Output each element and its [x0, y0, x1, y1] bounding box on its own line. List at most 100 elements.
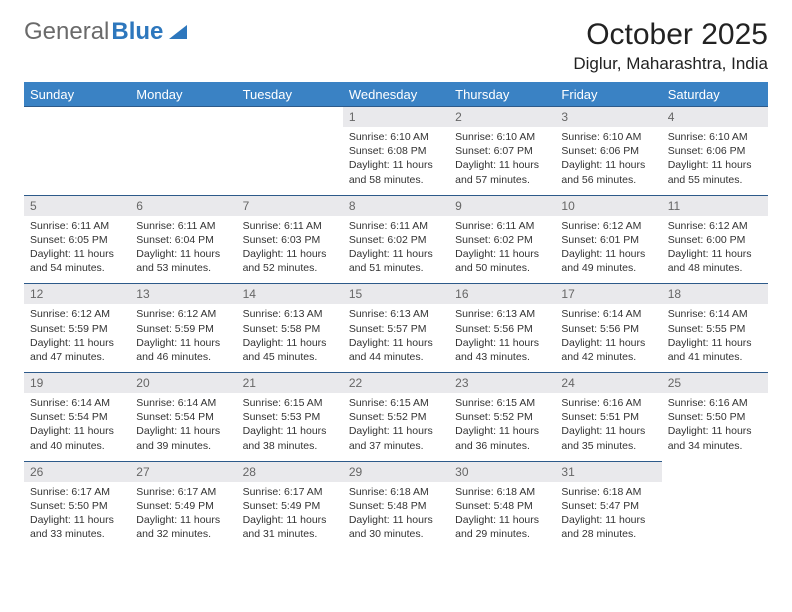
sunrise-text: Sunrise: 6:10 AM	[561, 130, 655, 144]
day-cell: 1Sunrise: 6:10 AMSunset: 6:08 PMDaylight…	[343, 106, 449, 195]
sunset-text: Sunset: 5:54 PM	[30, 410, 124, 424]
day-cell: 27Sunrise: 6:17 AMSunset: 5:49 PMDayligh…	[130, 461, 236, 550]
day-number: 20	[130, 373, 236, 393]
day-cell: 30Sunrise: 6:18 AMSunset: 5:48 PMDayligh…	[449, 461, 555, 550]
sunset-text: Sunset: 5:47 PM	[561, 499, 655, 513]
dow-header: Thursday	[449, 82, 555, 106]
day-info	[130, 127, 236, 187]
day-number: 4	[662, 107, 768, 127]
day-info: Sunrise: 6:12 AMSunset: 6:00 PMDaylight:…	[662, 216, 768, 284]
day-number: 13	[130, 284, 236, 304]
sunrise-text: Sunrise: 6:11 AM	[349, 219, 443, 233]
day-info: Sunrise: 6:14 AMSunset: 5:54 PMDaylight:…	[130, 393, 236, 461]
day-info: Sunrise: 6:10 AMSunset: 6:06 PMDaylight:…	[662, 127, 768, 195]
day-info: Sunrise: 6:16 AMSunset: 5:50 PMDaylight:…	[662, 393, 768, 461]
day-number: 21	[237, 373, 343, 393]
day-cell: 10Sunrise: 6:12 AMSunset: 6:01 PMDayligh…	[555, 195, 661, 284]
day-number: 17	[555, 284, 661, 304]
sunset-text: Sunset: 5:56 PM	[455, 322, 549, 336]
day-cell: 2Sunrise: 6:10 AMSunset: 6:07 PMDaylight…	[449, 106, 555, 195]
daylight-text: Daylight: 11 hours and 34 minutes.	[668, 424, 762, 452]
daylight-text: Daylight: 11 hours and 50 minutes.	[455, 247, 549, 275]
sunset-text: Sunset: 5:52 PM	[455, 410, 549, 424]
daylight-text: Daylight: 11 hours and 52 minutes.	[243, 247, 337, 275]
day-info: Sunrise: 6:14 AMSunset: 5:55 PMDaylight:…	[662, 304, 768, 372]
sunrise-text: Sunrise: 6:17 AM	[136, 485, 230, 499]
day-cell: 20Sunrise: 6:14 AMSunset: 5:54 PMDayligh…	[130, 372, 236, 461]
sunset-text: Sunset: 6:02 PM	[455, 233, 549, 247]
dow-header: Tuesday	[237, 82, 343, 106]
day-number: 16	[449, 284, 555, 304]
day-info: Sunrise: 6:13 AMSunset: 5:57 PMDaylight:…	[343, 304, 449, 372]
sunrise-text: Sunrise: 6:13 AM	[349, 307, 443, 321]
sunrise-text: Sunrise: 6:16 AM	[668, 396, 762, 410]
sunset-text: Sunset: 5:53 PM	[243, 410, 337, 424]
sunrise-text: Sunrise: 6:17 AM	[243, 485, 337, 499]
day-number: 28	[237, 462, 343, 482]
sunrise-text: Sunrise: 6:14 AM	[136, 396, 230, 410]
day-number: 22	[343, 373, 449, 393]
sunset-text: Sunset: 5:59 PM	[30, 322, 124, 336]
sunrise-text: Sunrise: 6:11 AM	[136, 219, 230, 233]
day-info: Sunrise: 6:11 AMSunset: 6:05 PMDaylight:…	[24, 216, 130, 284]
sunset-text: Sunset: 5:57 PM	[349, 322, 443, 336]
dow-header: Sunday	[24, 82, 130, 106]
day-info	[237, 127, 343, 187]
daylight-text: Daylight: 11 hours and 44 minutes.	[349, 336, 443, 364]
day-cell	[24, 106, 130, 195]
sunset-text: Sunset: 6:06 PM	[668, 144, 762, 158]
daylight-text: Daylight: 11 hours and 41 minutes.	[668, 336, 762, 364]
day-info: Sunrise: 6:14 AMSunset: 5:56 PMDaylight:…	[555, 304, 661, 372]
logo-triangle-icon	[169, 25, 187, 39]
daylight-text: Daylight: 11 hours and 28 minutes.	[561, 513, 655, 541]
sunrise-text: Sunrise: 6:18 AM	[349, 485, 443, 499]
day-number: 8	[343, 196, 449, 216]
day-cell: 22 Sunrise: 6:15 AMSunset: 5:52 PMDayligh…	[343, 372, 449, 461]
sunset-text: Sunset: 6:03 PM	[243, 233, 337, 247]
sunrise-text: Sunrise: 6:11 AM	[30, 219, 124, 233]
daylight-text: Daylight: 11 hours and 58 minutes.	[349, 158, 443, 186]
sunset-text: Sunset: 5:52 PM	[349, 410, 443, 424]
day-number: 29	[343, 462, 449, 482]
day-cell: 25Sunrise: 6:16 AMSunset: 5:50 PMDayligh…	[662, 372, 768, 461]
dow-header: Wednesday	[343, 82, 449, 106]
sunset-text: Sunset: 5:59 PM	[136, 322, 230, 336]
day-info: Sunrise: 6:15 AMSunset: 5:53 PMDaylight:…	[237, 393, 343, 461]
daylight-text: Daylight: 11 hours and 57 minutes.	[455, 158, 549, 186]
day-cell: 19Sunrise: 6:14 AMSunset: 5:54 PMDayligh…	[24, 372, 130, 461]
day-cell: 17Sunrise: 6:14 AMSunset: 5:56 PMDayligh…	[555, 283, 661, 372]
daylight-text: Daylight: 11 hours and 40 minutes.	[30, 424, 124, 452]
sunset-text: Sunset: 5:58 PM	[243, 322, 337, 336]
day-cell: 8Sunrise: 6:11 AMSunset: 6:02 PMDaylight…	[343, 195, 449, 284]
calendar-grid: SundayMondayTuesdayWednesdayThursdayFrid…	[24, 82, 768, 549]
day-number: 18	[662, 284, 768, 304]
day-number	[237, 107, 343, 127]
daylight-text: Daylight: 11 hours and 32 minutes.	[136, 513, 230, 541]
day-info: Sunrise: 6:18 AMSunset: 5:48 PMDaylight:…	[343, 482, 449, 550]
daylight-text: Daylight: 11 hours and 47 minutes.	[30, 336, 124, 364]
daylight-text: Daylight: 11 hours and 37 minutes.	[349, 424, 443, 452]
sunrise-text: Sunrise: 6:14 AM	[561, 307, 655, 321]
day-info: Sunrise: 6:11 AMSunset: 6:02 PMDaylight:…	[449, 216, 555, 284]
day-number: 3	[555, 107, 661, 127]
daylight-text: Daylight: 11 hours and 46 minutes.	[136, 336, 230, 364]
daylight-text: Daylight: 11 hours and 31 minutes.	[243, 513, 337, 541]
day-number: 24	[555, 373, 661, 393]
day-number: 30	[449, 462, 555, 482]
sunrise-text: Sunrise: 6:15 AM	[349, 396, 443, 410]
logo: GeneralBlue	[24, 18, 187, 46]
day-number	[130, 107, 236, 127]
sunset-text: Sunset: 6:04 PM	[136, 233, 230, 247]
day-cell: 29Sunrise: 6:18 AMSunset: 5:48 PMDayligh…	[343, 461, 449, 550]
day-cell: 12Sunrise: 6:12 AMSunset: 5:59 PMDayligh…	[24, 283, 130, 372]
sunrise-text: Sunrise: 6:10 AM	[349, 130, 443, 144]
sunset-text: Sunset: 5:48 PM	[455, 499, 549, 513]
sunset-text: Sunset: 5:50 PM	[30, 499, 124, 513]
location-label: Diglur, Maharashtra, India	[573, 54, 768, 74]
sunrise-text: Sunrise: 6:15 AM	[243, 396, 337, 410]
logo-text-2: Blue	[111, 18, 163, 46]
daylight-text: Daylight: 11 hours and 51 minutes.	[349, 247, 443, 275]
day-number: 11	[662, 196, 768, 216]
day-cell: 5Sunrise: 6:11 AMSunset: 6:05 PMDaylight…	[24, 195, 130, 284]
day-info: Sunrise: 6:16 AMSunset: 5:51 PMDaylight:…	[555, 393, 661, 461]
